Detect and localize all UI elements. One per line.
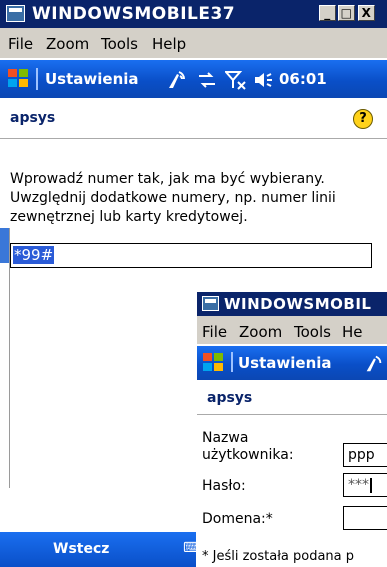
instruction-text: Wprowadź numer tak, jak ma być wybierany… xyxy=(10,171,336,225)
help-icon[interactable]: ? xyxy=(353,109,373,129)
domain-note: * Jeśli została podana p xyxy=(202,549,355,564)
background-window-edge xyxy=(0,228,9,263)
text-caret xyxy=(370,477,372,493)
menu-bar: File Zoom Tools Help xyxy=(0,28,387,58)
wm-app-title: Ustawienia xyxy=(45,70,139,88)
password-label: Hasło: xyxy=(202,478,246,494)
overlay-menu-zoom[interactable]: Zoom xyxy=(239,323,282,341)
domain-label: Domena:* xyxy=(202,511,273,527)
overlay-titlebar[interactable]: WINDOWSMOBIL xyxy=(197,292,387,316)
close-button[interactable]: X xyxy=(358,5,375,21)
menu-zoom[interactable]: Zoom xyxy=(46,35,89,53)
overlay-page-title: apsys xyxy=(207,390,253,406)
no-antenna-icon[interactable] xyxy=(225,70,247,90)
overlay-title-separator xyxy=(231,352,233,372)
maximize-button[interactable]: □ xyxy=(338,5,355,21)
password-input[interactable]: *** xyxy=(343,473,387,497)
wm-title-bar: Ustawienia 06:01 xyxy=(0,60,387,98)
minimize-button[interactable]: _ xyxy=(319,5,336,21)
dial-number-value: *99# xyxy=(13,246,55,264)
page-title: apsys xyxy=(10,110,56,126)
domain-input[interactable] xyxy=(343,506,387,530)
overlay-wm-title-bar: Ustawienia xyxy=(197,346,387,380)
username-label: Nazwa użytkownika: xyxy=(202,430,294,463)
overlay-window-title: WINDOWSMOBIL xyxy=(224,295,372,313)
clock-time[interactable]: 06:01 xyxy=(279,70,327,88)
title-separator xyxy=(36,68,38,90)
username-input[interactable]: ppp xyxy=(343,443,387,467)
overlay-start-flag-icon[interactable] xyxy=(203,353,225,373)
dial-number-input[interactable]: *99# xyxy=(10,243,372,268)
overlay-window: WINDOWSMOBIL File Zoom Tools He Ustawien… xyxy=(196,292,387,567)
menu-tools[interactable]: Tools xyxy=(101,35,138,53)
page-header: apsys ? xyxy=(0,98,387,139)
overlay-app-icon[interactable] xyxy=(202,296,219,311)
window-app-icon[interactable] xyxy=(6,5,25,22)
sync-icon[interactable] xyxy=(197,72,217,88)
back-softkey[interactable]: Wstecz xyxy=(53,541,109,557)
menu-help[interactable]: Help xyxy=(152,35,186,53)
volume-icon[interactable] xyxy=(253,71,273,89)
overlay-signal-icon[interactable] xyxy=(363,352,385,374)
overlay-menu-bar: File Zoom Tools He xyxy=(197,316,387,344)
start-flag-icon[interactable] xyxy=(8,69,30,89)
overlay-menu-help[interactable]: He xyxy=(342,323,363,341)
window-title: WINDOWSMOBILE37 xyxy=(32,4,236,24)
overlay-wm-app-title: Ustawienia xyxy=(238,354,332,372)
menu-file[interactable]: File xyxy=(8,35,33,53)
username-value: ppp xyxy=(348,447,375,463)
overlay-page-header: apsys xyxy=(197,380,387,415)
window-titlebar[interactable]: WINDOWSMOBILE37 _ □ X xyxy=(0,0,387,28)
softkey-bar: Wstecz ⌨ xyxy=(0,532,203,567)
signal-icon[interactable] xyxy=(165,68,189,90)
overlay-menu-tools[interactable]: Tools xyxy=(294,323,331,341)
password-value: *** xyxy=(348,477,369,493)
overlay-menu-file[interactable]: File xyxy=(202,323,227,341)
